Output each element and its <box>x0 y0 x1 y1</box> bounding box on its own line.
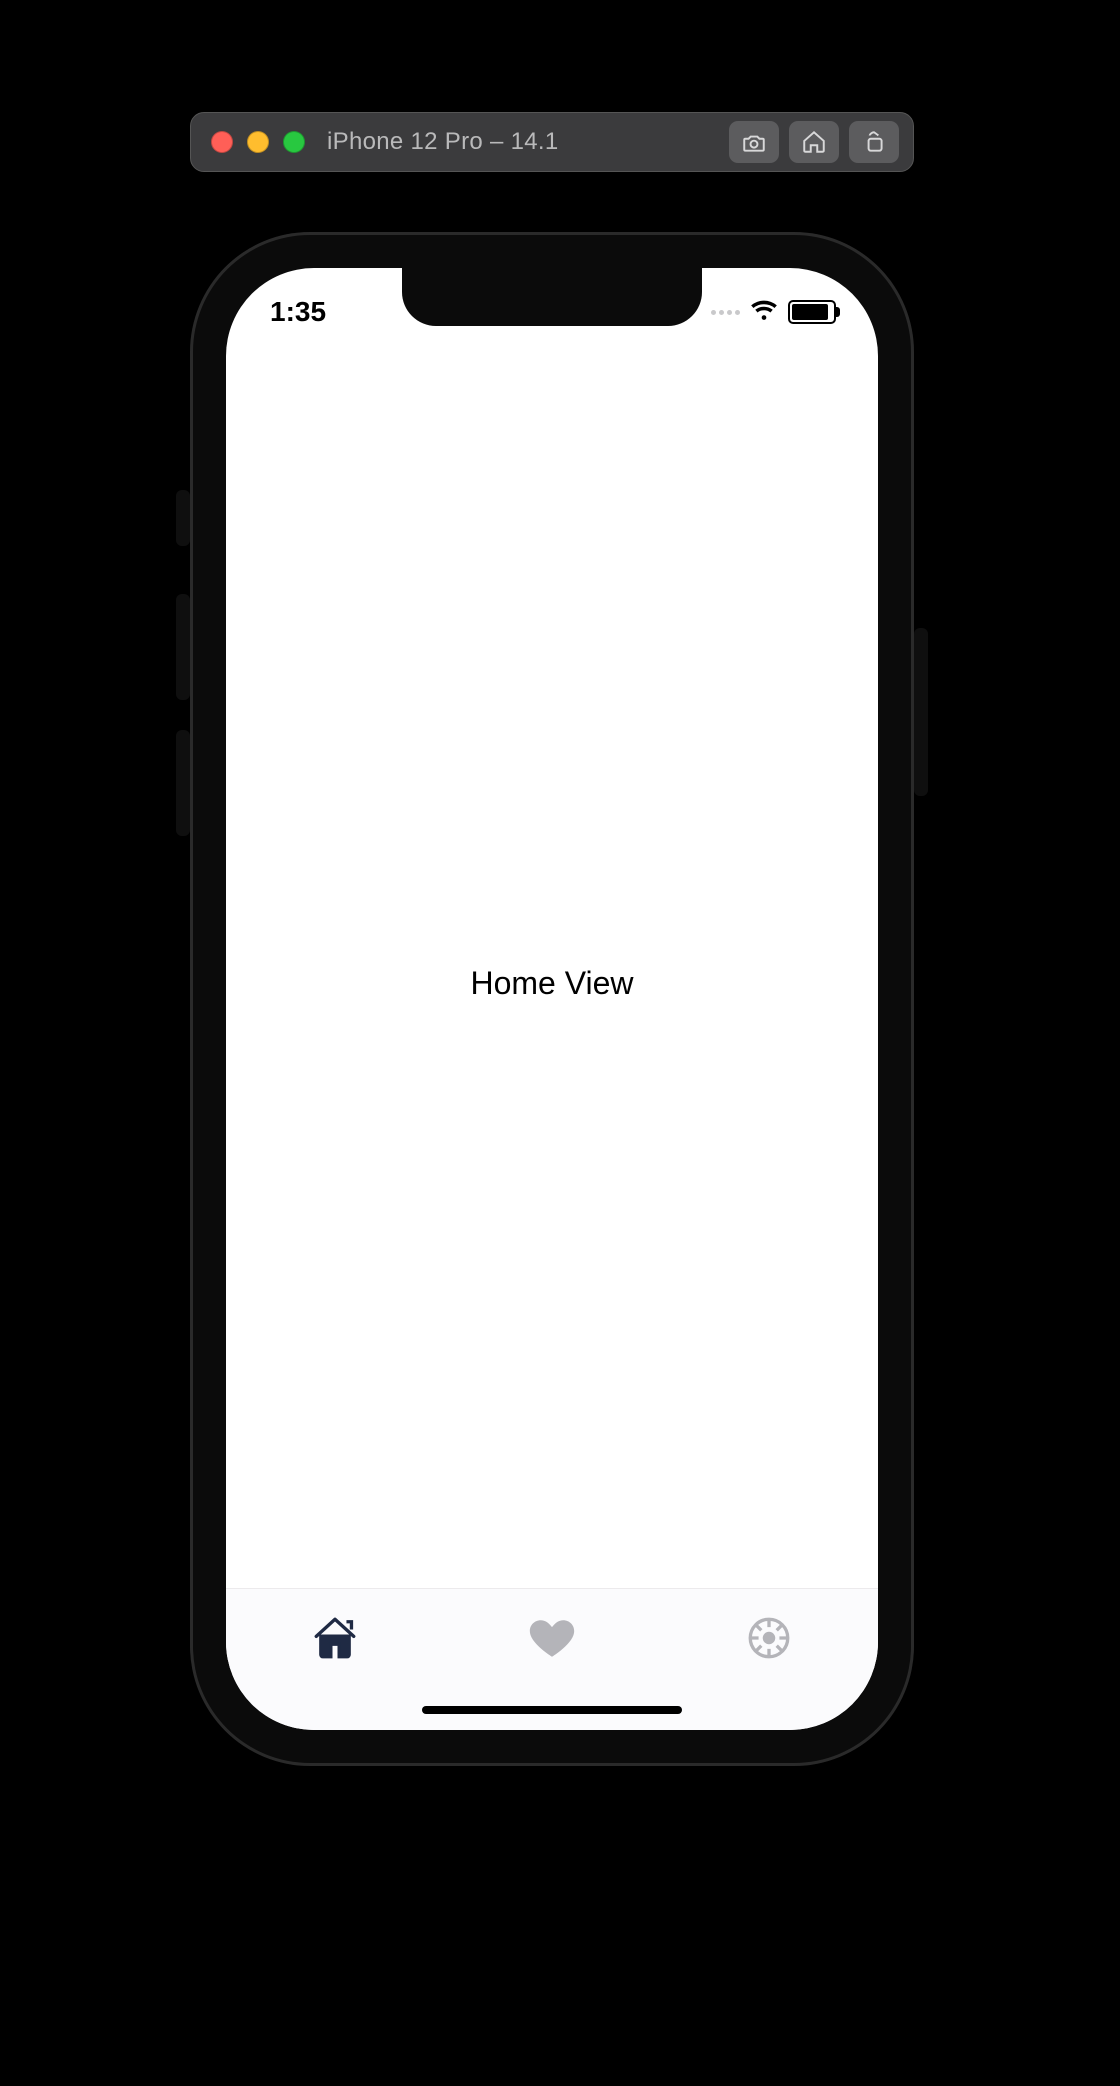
share-icon <box>861 129 887 155</box>
heart-icon <box>527 1613 577 1668</box>
simulator-titlebar: iPhone 12 Pro – 14.1 <box>190 112 914 172</box>
home-indicator[interactable] <box>422 1706 682 1714</box>
volume-down-button[interactable] <box>176 730 190 836</box>
device-screen: 1:35 Home View <box>226 268 878 1730</box>
device-frame: 1:35 Home View <box>190 232 914 1766</box>
window-minimize-button[interactable] <box>247 131 269 153</box>
favorites-tab[interactable] <box>443 1589 660 1692</box>
status-indicators <box>711 296 836 329</box>
battery-icon <box>788 300 836 324</box>
home-button[interactable] <box>789 121 839 163</box>
house-icon <box>310 1613 360 1668</box>
screenshot-button[interactable] <box>729 121 779 163</box>
settings-tab[interactable] <box>661 1589 878 1692</box>
volume-up-button[interactable] <box>176 594 190 700</box>
app-content: Home View <box>226 346 878 1620</box>
side-power-button[interactable] <box>914 628 928 796</box>
window-controls <box>211 131 305 153</box>
home-tab[interactable] <box>226 1589 443 1692</box>
device-notch <box>402 268 702 326</box>
screenshot-icon <box>741 129 767 155</box>
mute-switch[interactable] <box>176 490 190 546</box>
content-title: Home View <box>470 965 633 1002</box>
window-zoom-button[interactable] <box>283 131 305 153</box>
home-icon <box>801 129 827 155</box>
simulator-title: iPhone 12 Pro – 14.1 <box>327 128 559 156</box>
cellular-icon <box>711 310 740 315</box>
share-button[interactable] <box>849 121 899 163</box>
simulator-toolbar <box>729 121 899 163</box>
window-close-button[interactable] <box>211 131 233 153</box>
gear-icon <box>744 1613 794 1668</box>
wifi-icon <box>750 296 778 329</box>
status-time: 1:35 <box>270 296 326 328</box>
